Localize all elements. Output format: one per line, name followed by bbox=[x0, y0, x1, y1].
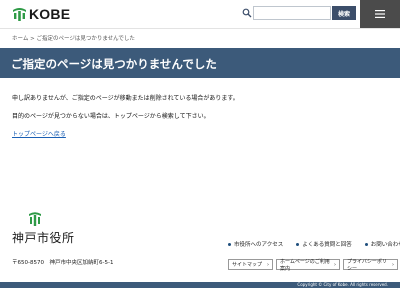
bullet-icon bbox=[296, 242, 300, 246]
site-guide-button[interactable]: ホームページのご利用案内 › bbox=[276, 258, 340, 272]
copyright-bar: Copyright © City of Kobe. All rights res… bbox=[0, 282, 400, 288]
access-link-label: 市役所へのアクセス bbox=[234, 242, 284, 248]
privacy-policy-label: プライバシーポリシー bbox=[347, 258, 387, 272]
bullet-icon bbox=[228, 242, 231, 246]
privacy-policy-button[interactable]: プライバシーポリシー › bbox=[343, 258, 398, 272]
search-input[interactable] bbox=[253, 6, 331, 20]
contact-link-label: お問い合わせ bbox=[370, 242, 400, 248]
site-logo[interactable]: KOBE bbox=[12, 6, 70, 22]
bullet-icon bbox=[364, 242, 368, 246]
city-seal-icon bbox=[29, 212, 41, 226]
chevron-right-icon: › bbox=[334, 261, 336, 268]
site-guide-label: ホームページのご利用案内 bbox=[280, 258, 330, 272]
footer-address: 〒650-8570 神戸市中央区加納町6-5-1 bbox=[12, 260, 114, 266]
faq-link-label: よくある質問と回答 bbox=[302, 242, 352, 248]
city-name: 神戸市役所 bbox=[12, 231, 75, 245]
search-icon bbox=[242, 8, 252, 18]
footer-box-links: サイトマップ › ホームページのご利用案内 › プライバシーポリシー › bbox=[228, 258, 398, 272]
footer-links: 市役所へのアクセス よくある質問と回答 お問い合わせ bbox=[228, 240, 400, 248]
top-page-link[interactable]: トップページへ戻る bbox=[12, 129, 66, 138]
guidance-message: 目的のページが見つからない場合は、トップページから検索して下さい。 bbox=[12, 113, 210, 120]
chevron-right-icon: › bbox=[267, 261, 269, 268]
contact-link[interactable]: お問い合わせ bbox=[364, 240, 400, 248]
sitemap-label: サイトマップ bbox=[232, 262, 263, 268]
search-button[interactable]: 検索 bbox=[332, 6, 356, 20]
access-link[interactable]: 市役所へのアクセス bbox=[228, 240, 283, 248]
logo-text: KOBE bbox=[29, 6, 71, 22]
error-message: 申し訳ありませんが、ご指定のページが移動または削除されている場合があります。 bbox=[12, 95, 239, 102]
menu-button[interactable] bbox=[360, 0, 400, 28]
kobe-mark-icon bbox=[13, 7, 26, 21]
copyright-text: Copyright © City of Kobe. All rights res… bbox=[297, 282, 388, 287]
page-title: ご指定のページは見つかりませんでした bbox=[11, 57, 217, 71]
chevron-right-icon: › bbox=[392, 261, 394, 268]
site-header: KOBE 検索 bbox=[0, 0, 400, 29]
faq-link[interactable]: よくある質問と回答 bbox=[296, 240, 352, 248]
breadcrumb[interactable]: ホーム > ご指定のページは見つかりませんでした bbox=[12, 34, 135, 42]
sitemap-button[interactable]: サイトマップ › bbox=[228, 259, 273, 270]
hamburger-icon bbox=[375, 10, 385, 18]
site-search: 検索 bbox=[242, 6, 356, 20]
